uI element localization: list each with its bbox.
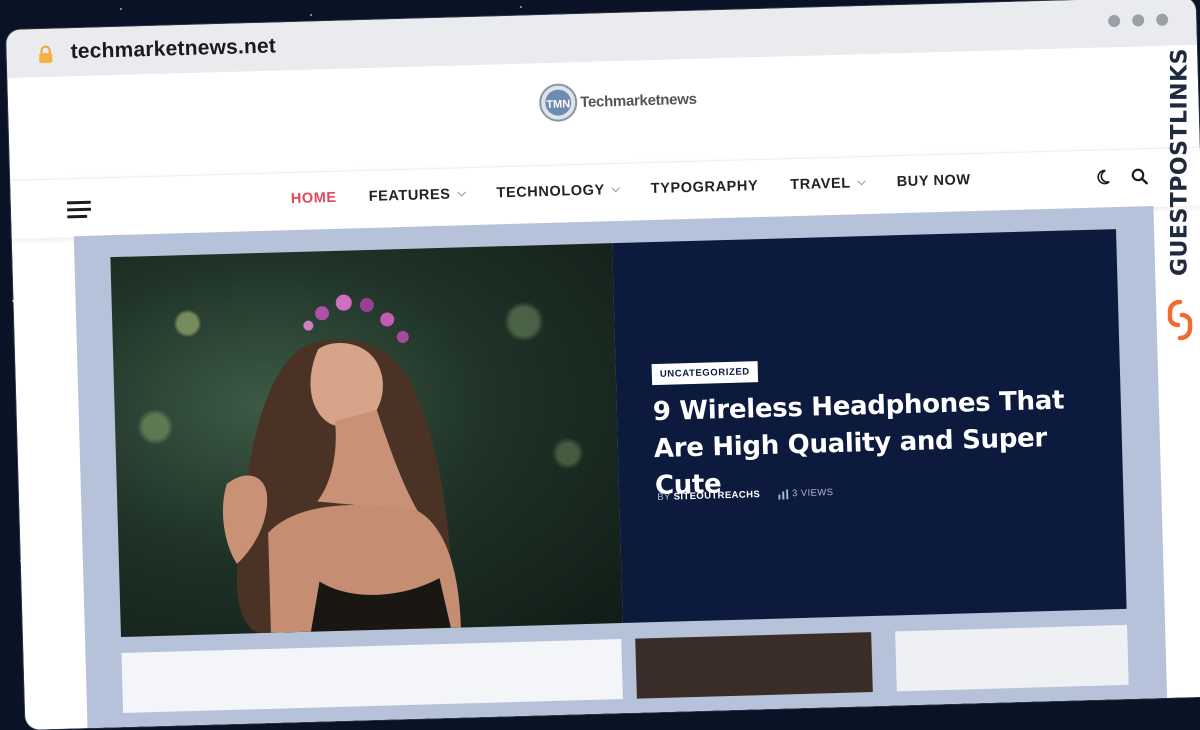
- logo-text: Techmarketnews: [579, 90, 697, 111]
- nav-item-technology[interactable]: TECHNOLOGY: [496, 182, 620, 202]
- nav-item-label: HOME: [290, 189, 337, 208]
- nav-item-home[interactable]: HOME: [291, 190, 337, 207]
- nav-item-travel[interactable]: TRAVEL: [790, 175, 866, 194]
- nav-item-label: TYPOGRAPHY: [650, 178, 759, 198]
- nav-item-label: FEATURES: [368, 186, 451, 205]
- web-page: TMN Techmarketnews HOME FEATURES TECHNOL…: [7, 44, 1200, 730]
- nav-item-buy-now[interactable]: BUY NOW: [897, 172, 971, 190]
- nav-item-features[interactable]: FEATURES: [368, 186, 466, 205]
- category-badge[interactable]: UNCATEGORIZED: [651, 361, 759, 386]
- guestpostlinks-watermark: GUESTPOSTLINKS: [1160, 48, 1200, 352]
- browser-window: techmarketnews.net TMN Techmarketnews HO…: [6, 0, 1200, 730]
- chevron-down-icon: [857, 176, 866, 186]
- window-dot[interactable]: [1155, 13, 1169, 26]
- bar-chart-icon: [778, 488, 789, 500]
- dark-mode-icon[interactable]: [1096, 168, 1114, 186]
- logo-mark-icon: TMN: [539, 83, 578, 122]
- nav-item-typography[interactable]: TYPOGRAPHY: [651, 178, 759, 197]
- url-text[interactable]: techmarketnews.net: [70, 34, 276, 64]
- logo-mark-text: TMN: [546, 98, 570, 111]
- search-icon[interactable]: [1130, 167, 1148, 185]
- window-dot[interactable]: [1132, 14, 1145, 27]
- header-tools: [1096, 167, 1148, 186]
- chevron-down-icon: [457, 188, 466, 197]
- post-card[interactable]: [121, 639, 623, 713]
- featured-text-panel: UNCATEGORIZED 9 Wireless Headphones That…: [612, 229, 1127, 624]
- nav-item-label: BUY NOW: [896, 172, 971, 191]
- lock-icon: [39, 45, 53, 64]
- chevron-down-icon: [611, 183, 620, 193]
- post-cards-row: [121, 624, 1129, 713]
- window-controls: [1108, 13, 1169, 28]
- watermark-text: GUESTPOSTLINKS: [1167, 48, 1193, 276]
- featured-post: UNCATEGORIZED 9 Wireless Headphones That…: [110, 229, 1127, 638]
- nav-menu: HOME FEATURES TECHNOLOGY TYPOGRAPHY TRAV…: [291, 172, 971, 207]
- post-card[interactable]: [895, 624, 1129, 692]
- link-icon: [1167, 299, 1193, 341]
- window-dot[interactable]: [1108, 14, 1121, 28]
- nav-item-label: TECHNOLOGY: [496, 182, 606, 202]
- post-card[interactable]: [635, 632, 873, 699]
- site-logo[interactable]: TMN Techmarketnews: [538, 79, 697, 123]
- woman-portrait-image: [222, 294, 461, 634]
- views-text: 3 VIEWS: [791, 487, 834, 500]
- featured-section: UNCATEGORIZED 9 Wireless Headphones That…: [73, 206, 1168, 730]
- author-prefix: BY: [657, 491, 671, 503]
- featured-image[interactable]: [110, 243, 623, 638]
- nav-item-label: TRAVEL: [790, 175, 851, 194]
- post-title[interactable]: 9 Wireless Headphones That Are High Qual…: [652, 382, 1085, 505]
- views-count: 3 VIEWS: [778, 487, 834, 500]
- menu-icon[interactable]: [66, 200, 92, 220]
